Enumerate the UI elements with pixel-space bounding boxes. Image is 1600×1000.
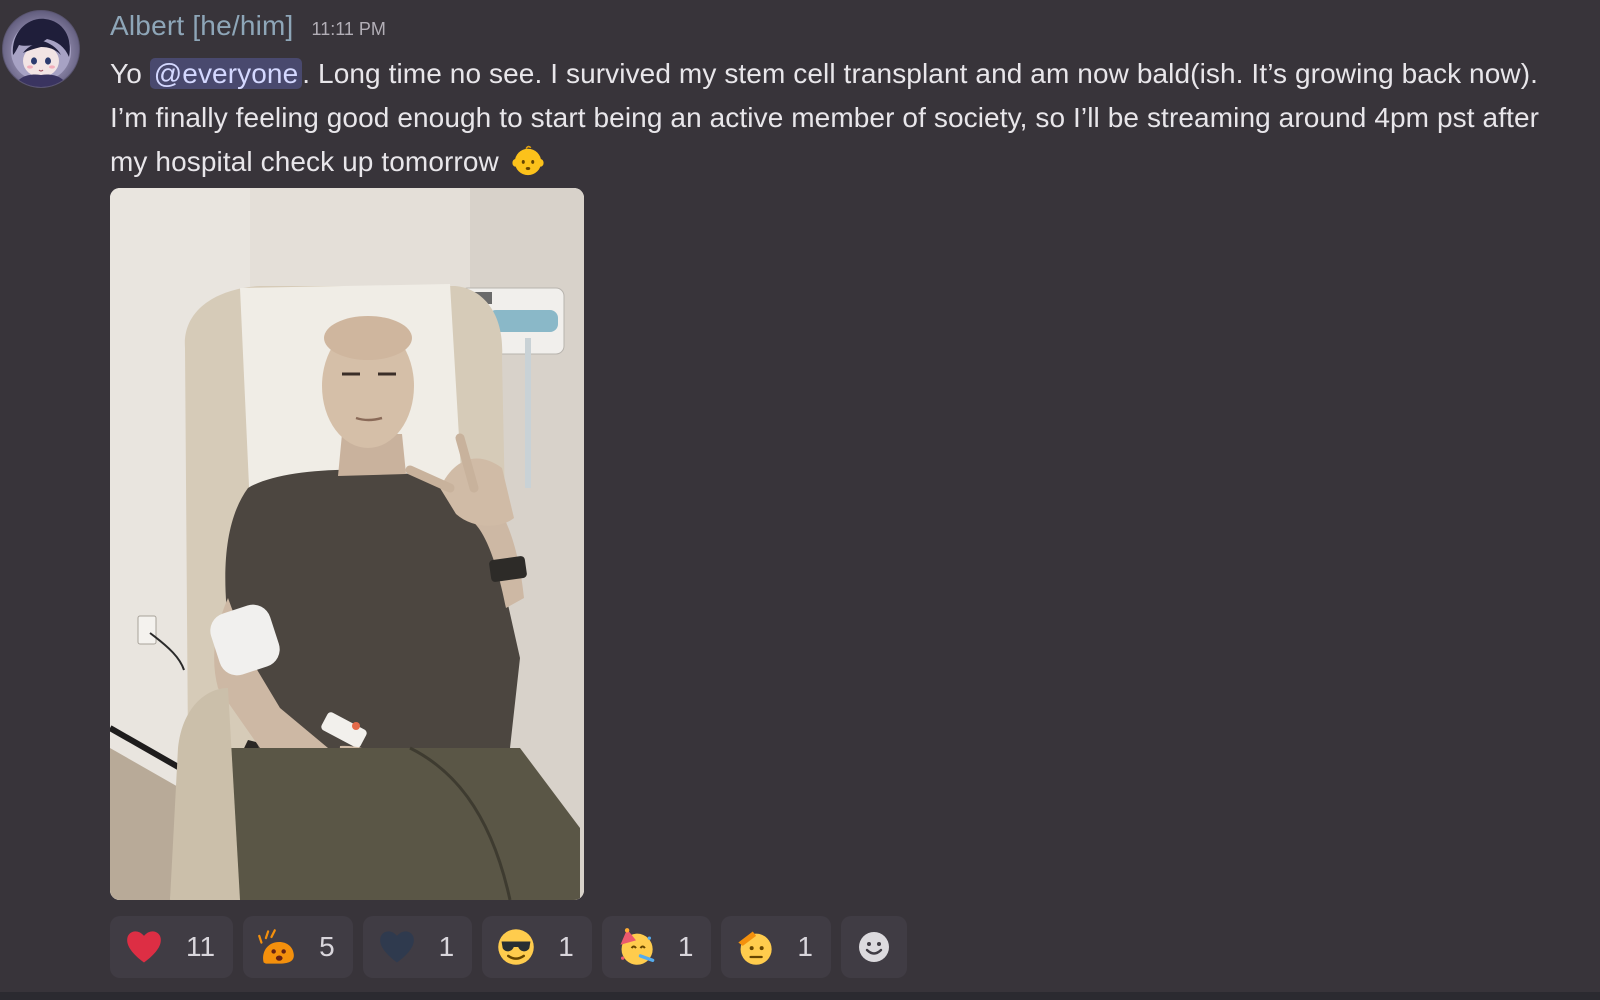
image-attachment[interactable] (110, 188, 584, 900)
reaction-red-heart[interactable]: 11 (110, 916, 234, 978)
red-heart-icon (127, 931, 161, 963)
exploding-blob-icon (258, 929, 294, 964)
reaction-count: 1 (438, 931, 455, 962)
user-avatar[interactable] (2, 10, 80, 88)
sunglasses-face-icon (498, 929, 535, 965)
message-text-body: . Long time no see. I survived my stem c… (110, 58, 1540, 177)
bottom-divider (0, 992, 1600, 1000)
reaction-dark-heart[interactable]: 1 (362, 916, 473, 978)
username[interactable]: Albert [he/him] (110, 10, 294, 42)
message-header: Albert [he/him] 11:11 PM (110, 10, 386, 46)
reaction-count: 1 (677, 931, 694, 962)
reaction-party-face[interactable]: 1 (601, 916, 712, 978)
chat-message: Albert [he/him] 11:11 PM Yo @everyone. L… (0, 0, 1600, 992)
message-content: Yo @everyone. Long time no see. I surviv… (110, 52, 1550, 184)
smiley-add-reaction-icon (858, 932, 889, 962)
add-reaction-button[interactable] (840, 916, 907, 978)
avatar-portrait-icon (11, 18, 71, 87)
reaction-saluting-face[interactable]: 1 (721, 916, 831, 978)
saluting-face-icon (738, 931, 773, 965)
reaction-count: 5 (319, 931, 335, 962)
everyone-mention[interactable]: @everyone (149, 58, 303, 89)
reaction-sunglasses[interactable]: 1 (482, 916, 592, 978)
reactions-bar: 11 5 1 1 1 1 (110, 916, 917, 978)
party-face-icon (620, 928, 655, 965)
hospital-photo (110, 188, 584, 900)
reaction-exploding-blob[interactable]: 5 (243, 916, 353, 978)
reaction-count: 11 (186, 931, 216, 962)
reaction-count: 1 (797, 931, 813, 962)
timestamp[interactable]: 11:11 PM (312, 19, 386, 40)
dark-heart-icon (379, 931, 414, 963)
message-text-intro: Yo (110, 58, 150, 89)
reaction-count: 1 (558, 931, 574, 962)
baby-face-icon (512, 145, 544, 176)
